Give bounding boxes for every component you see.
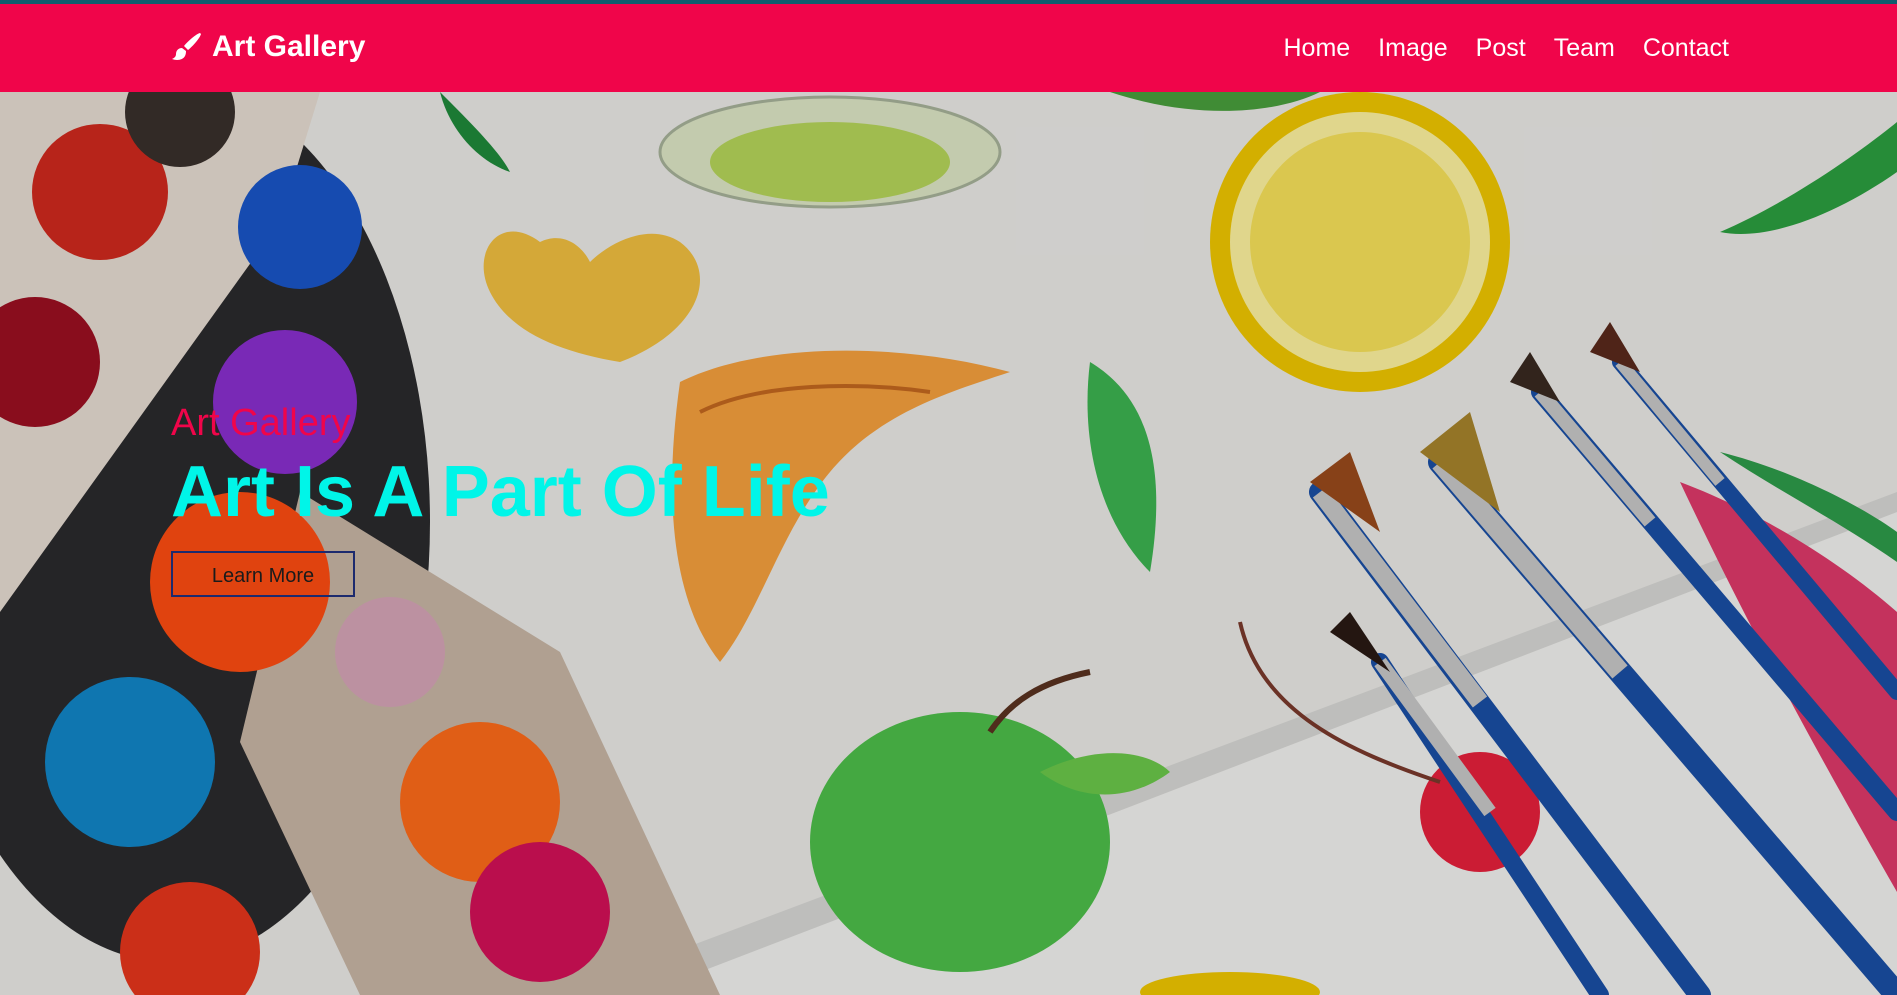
learn-more-button[interactable]: Learn More bbox=[171, 551, 355, 597]
main-nav: Home Image Post Team Contact bbox=[1283, 34, 1729, 63]
nav-image[interactable]: Image bbox=[1378, 34, 1447, 63]
nav-home[interactable]: Home bbox=[1283, 34, 1350, 63]
paintbrush-icon bbox=[172, 33, 201, 60]
nav-contact[interactable]: Contact bbox=[1643, 34, 1729, 63]
nav-post[interactable]: Post bbox=[1476, 34, 1526, 63]
nav-team[interactable]: Team bbox=[1554, 34, 1615, 63]
hero-content: Art Gallery Art Is A Part Of Life Learn … bbox=[171, 402, 830, 597]
hero-title: Art Is A Part Of Life bbox=[171, 452, 830, 532]
hero-subtitle: Art Gallery bbox=[171, 402, 351, 444]
brand-logo-link[interactable]: Art Gallery bbox=[170, 30, 365, 64]
navbar: Art Gallery Home Image Post Team Contact bbox=[0, 4, 1897, 92]
hero-banner: Art Gallery Art Is A Part Of Life Learn … bbox=[0, 92, 1897, 995]
brand-name: Art Gallery bbox=[212, 30, 366, 63]
